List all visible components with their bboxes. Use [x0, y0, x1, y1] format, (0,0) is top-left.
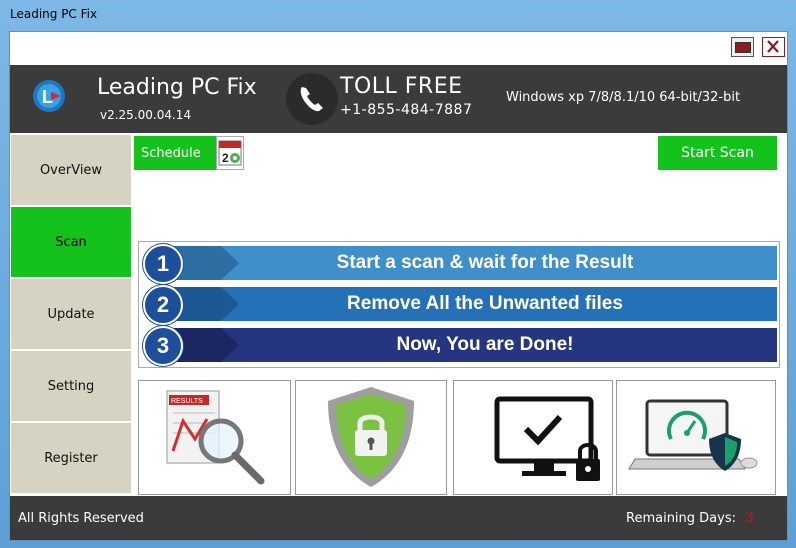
step-number: 1 — [143, 244, 183, 284]
monitor-tile[interactable] — [453, 380, 613, 495]
close-button[interactable] — [762, 37, 785, 57]
app-client: L Leading PC Fix v2.25.00.04.14 TOLL FRE… — [9, 31, 788, 541]
window-frame: Leading PC Fix L Leading PC Fix v2.25.00… — [0, 0, 796, 548]
app-header: L Leading PC Fix v2.25.00.04.14 TOLL FRE… — [10, 65, 787, 133]
sidebar-item-setting[interactable]: Setting — [11, 351, 131, 421]
start-scan-button[interactable]: Start Scan — [658, 136, 777, 170]
step-2: 2 Remove All the Unwanted files — [143, 285, 777, 325]
sidebar-item-overview[interactable]: OverView — [11, 135, 131, 205]
step-3: 3 Now, You are Done! — [143, 326, 777, 366]
minimize-button[interactable] — [731, 37, 754, 57]
rights-text: All Rights Reserved — [18, 511, 144, 526]
toll-free-label: TOLL FREE — [340, 74, 463, 99]
security-tile[interactable] — [295, 380, 447, 495]
sidebar-item-scan[interactable]: Scan — [11, 207, 131, 277]
laptop-speed-shield-icon — [628, 399, 758, 471]
close-icon — [767, 40, 779, 53]
phone-number[interactable]: +1-855-484-7887 — [340, 102, 472, 118]
monitor-check-lock-icon — [494, 396, 600, 481]
app-title: Leading PC Fix — [97, 75, 257, 100]
step-1: 1 Start a scan & wait for the Result — [143, 244, 777, 284]
app-footer: All Rights Reserved Remaining Days: 3 — [10, 496, 787, 540]
results-magnifier-icon: RESULTS — [166, 390, 265, 485]
step-text: Now, You are Done! — [396, 334, 574, 355]
schedule-button[interactable]: Schedule — [134, 136, 216, 170]
phone-icon — [286, 73, 338, 125]
shield-lock-icon — [328, 387, 414, 487]
window-title: Leading PC Fix — [10, 7, 98, 21]
remaining-days-value: 3 — [745, 510, 754, 526]
app-logo-icon: L — [33, 80, 65, 112]
steps-panel: 1 Start a scan & wait for the Result 2 R… — [138, 241, 780, 368]
step-text: Remove All the Unwanted files — [347, 293, 623, 314]
sidebar-item-register[interactable]: Register — [11, 423, 131, 493]
remaining-days-label: Remaining Days: — [626, 511, 736, 526]
results-badge: RESULTS — [171, 398, 203, 405]
step-number: 3 — [143, 326, 183, 366]
minimize-icon — [735, 42, 751, 53]
calendar-icon[interactable]: 2 — [216, 136, 244, 170]
app-version: v2.25.00.04.14 — [100, 108, 192, 122]
results-tile[interactable]: RESULTS — [138, 380, 291, 495]
os-info: Windows xp 7/8/8.1/10 64-bit/32-bit — [506, 90, 741, 105]
laptop-tile[interactable] — [616, 380, 776, 495]
sidebar: OverView Scan Update Setting Register — [11, 135, 131, 495]
step-text: Start a scan & wait for the Result — [336, 252, 634, 273]
svg-text:2: 2 — [222, 151, 229, 165]
sidebar-item-update[interactable]: Update — [11, 279, 131, 349]
step-number: 2 — [143, 285, 183, 325]
